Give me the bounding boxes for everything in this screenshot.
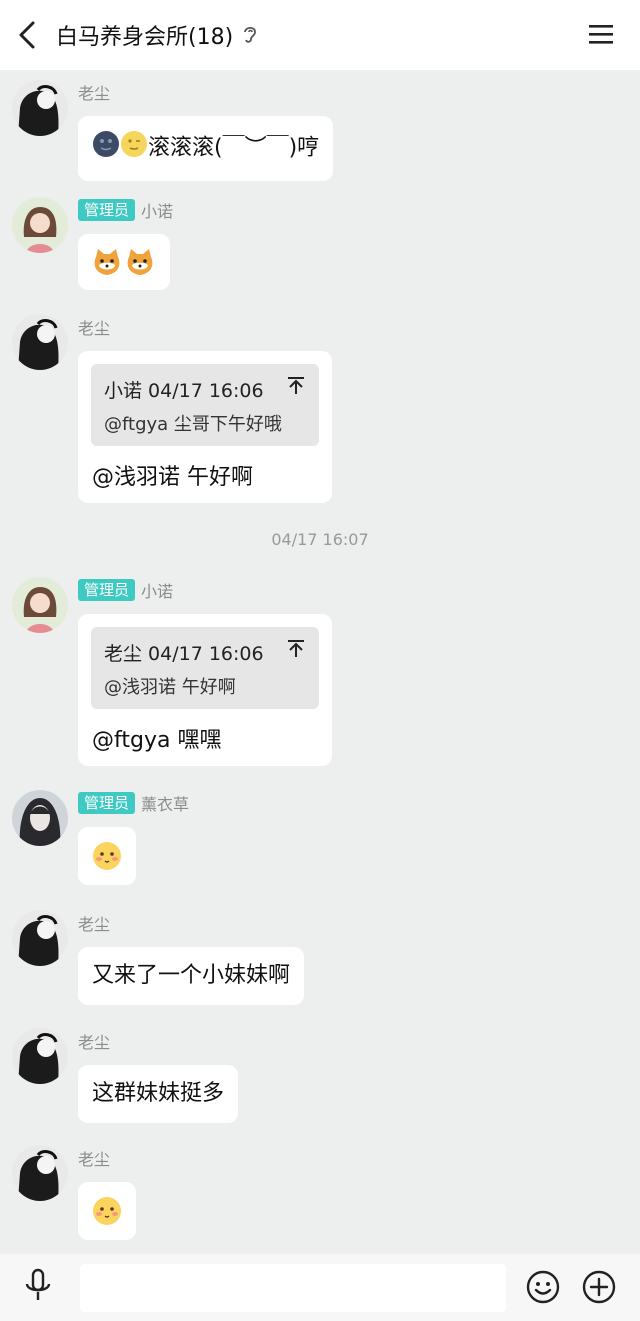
pin-top-icon (288, 377, 304, 394)
message-text: 这群妹妹挺多 (92, 1081, 225, 1106)
admin-badge: 管理员 (78, 579, 136, 601)
message-text: 滚滚滚(￣︶￣)哼 (148, 135, 320, 161)
group-title: 白马养身会所(18) (56, 19, 259, 51)
admin-badge: 管理员 (78, 792, 136, 814)
sender-name: 小诺 (141, 582, 174, 601)
quote-body: @浅羽诺 午好啊 (104, 677, 236, 698)
emoji-icon[interactable] (526, 1270, 560, 1304)
quote-header: 小诺 04/17 16:06 (104, 380, 264, 402)
sender-name: 薰衣草 (141, 795, 190, 814)
message-bubble[interactable]: 又来了一个小妹妹啊 (78, 947, 305, 1005)
sender-name: 老尘 (78, 319, 111, 338)
avatar-laochen[interactable] (12, 910, 68, 966)
message-bubble[interactable]: 这群妹妹挺多 (78, 1065, 239, 1123)
avatar-xiaonuo[interactable] (12, 197, 68, 253)
avatar-laochen[interactable] (12, 80, 68, 136)
shiba-dog-icon (94, 249, 120, 275)
input-bar (0, 1254, 640, 1321)
quote-body: @ftgya 尘哥下午好哦 (104, 414, 282, 435)
message-input[interactable] (80, 1264, 506, 1312)
avatar-laochen[interactable] (12, 314, 68, 370)
avatar-xiaonuo[interactable] (12, 577, 68, 633)
sender-name: 老尘 (78, 1033, 111, 1052)
message-text: @ftgya 嘿嘿 (92, 728, 222, 753)
group-title-text: 白马养身会所(18) (56, 25, 234, 50)
sticker-bubble[interactable] (78, 234, 170, 290)
sender-name: 老尘 (78, 915, 111, 934)
message-list[interactable]: 老尘 滚滚滚(￣︶￣)哼 管理员 小诺 老尘 小诺 04/17 16:06 @f… (0, 70, 640, 1254)
hamburger-menu-icon[interactable] (588, 22, 614, 46)
blush-face-icon (93, 842, 121, 870)
sticker-bubble[interactable] (78, 1182, 136, 1240)
pin-top-icon (288, 640, 304, 657)
reply-bubble[interactable]: 老尘 04/17 16:06 @浅羽诺 午好啊 @ftgya 嘿嘿 (78, 614, 332, 766)
dark-moon-face-icon (92, 130, 120, 167)
sticker-bubble[interactable] (78, 827, 136, 885)
quoted-message[interactable]: 老尘 04/17 16:06 @浅羽诺 午好啊 (91, 627, 319, 709)
microphone-icon[interactable] (22, 1268, 54, 1304)
admin-badge: 管理员 (78, 199, 136, 221)
avatar-xunyicao[interactable] (12, 790, 68, 846)
shiba-dog-icon (127, 249, 153, 275)
quoted-message[interactable]: 小诺 04/17 16:06 @ftgya 尘哥下午好哦 (91, 364, 319, 446)
sender-name: 小诺 (141, 202, 174, 221)
message-meta: 管理员 薰衣草 (78, 791, 189, 815)
time-divider: 04/17 16:07 (271, 530, 369, 549)
message-meta: 老尘 (78, 80, 110, 104)
message-meta: 管理员 小诺 (78, 198, 173, 222)
message-meta: 老尘 (78, 315, 110, 339)
avatar-laochen[interactable] (12, 1028, 68, 1084)
ear-icon[interactable] (241, 24, 259, 46)
sender-name: 老尘 (78, 84, 111, 103)
sender-name: 老尘 (78, 1150, 111, 1169)
chevron-left-icon[interactable] (14, 20, 42, 50)
blush-face-icon (93, 1197, 121, 1225)
message-meta: 老尘 (78, 1029, 110, 1053)
message-meta: 老尘 (78, 911, 110, 935)
moon-face-icon (120, 130, 148, 167)
chat-header: 白马养身会所(18) (0, 0, 640, 70)
reply-bubble[interactable]: 小诺 04/17 16:06 @ftgya 尘哥下午好哦 @浅羽诺 午好啊 (78, 351, 332, 503)
add-more-icon[interactable] (582, 1270, 616, 1304)
message-text: @浅羽诺 午好啊 (92, 465, 253, 490)
message-meta: 管理员 小诺 (78, 578, 173, 602)
avatar-laochen[interactable] (12, 1145, 68, 1201)
message-bubble[interactable]: 滚滚滚(￣︶￣)哼 (78, 116, 334, 181)
quote-header: 老尘 04/17 16:06 (104, 643, 264, 665)
message-text: 又来了一个小妹妹啊 (92, 963, 291, 988)
message-meta: 老尘 (78, 1146, 110, 1170)
